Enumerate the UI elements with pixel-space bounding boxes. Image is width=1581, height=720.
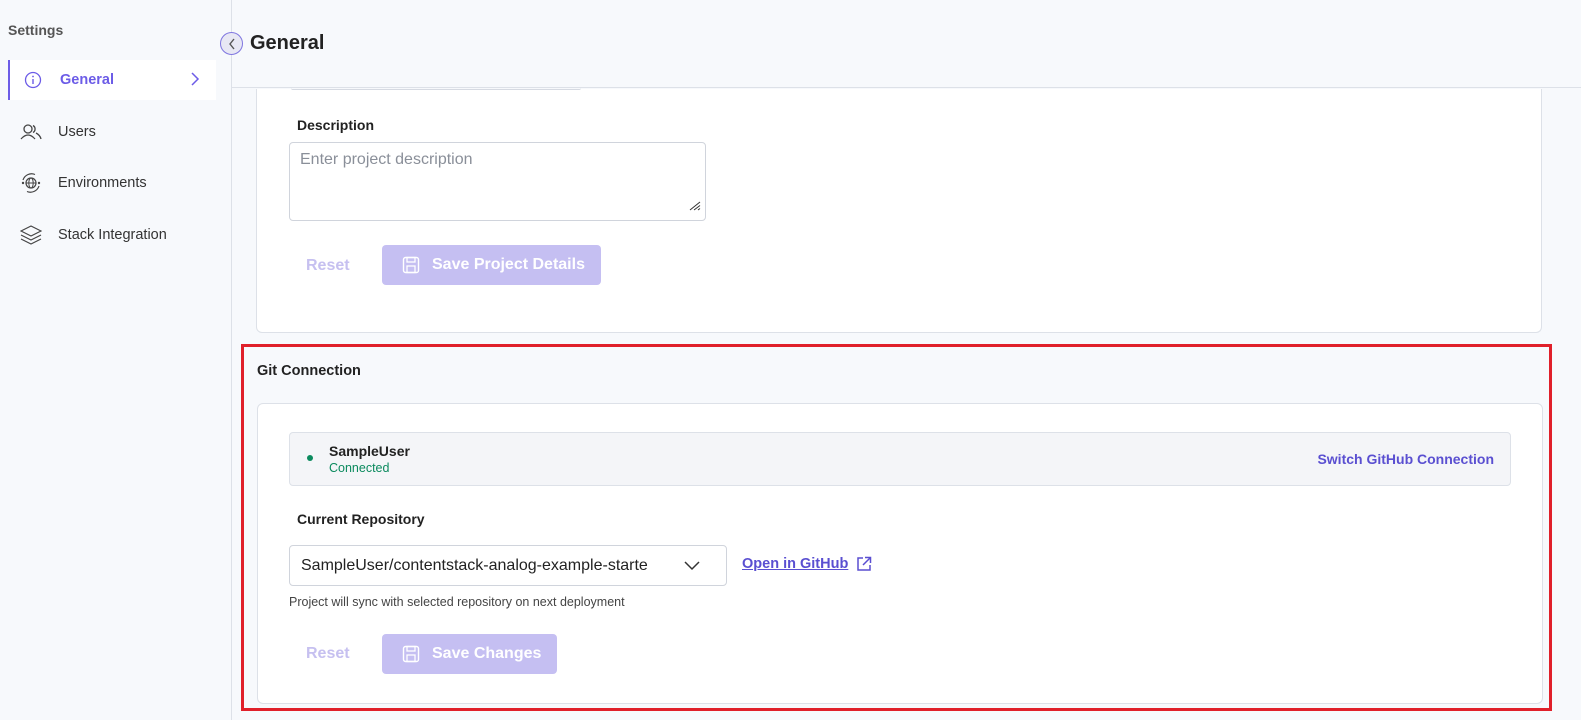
info-icon [22,69,44,91]
open-in-github-link[interactable]: Open in GitHub [742,556,872,572]
users-icon [20,121,42,143]
repository-select-value: SampleUser/contentstack-analog-example-s… [301,556,648,574]
project-details-card: Description Enter project description Re… [256,89,1542,333]
description-label: Description [297,117,375,133]
git-connection-card: SampleUser Connected Switch GitHub Conne… [257,403,1543,704]
git-connection-section: Git Connection SampleUser Connected Swit… [241,344,1552,711]
resize-handle-icon[interactable] [689,198,701,216]
git-connection-title: Git Connection [257,363,361,379]
layers-icon [20,224,42,246]
description-placeholder: Enter project description [300,151,473,168]
open-in-github-label: Open in GitHub [742,556,849,572]
github-user-name: SampleUser [329,443,410,459]
sidebar-item-environments[interactable]: Environments [8,163,216,203]
switch-github-connection-link[interactable]: Switch GitHub Connection [1317,451,1494,467]
project-reset-button[interactable]: Reset [306,257,350,275]
save-changes-button[interactable]: Save Changes [382,634,558,674]
save-icon [402,645,420,663]
current-repository-label: Current Repository [297,511,425,527]
save-icon [402,256,420,274]
page-header: General [232,0,1581,88]
sidebar-item-stack-integration[interactable]: Stack Integration [8,215,216,255]
sidebar-item-label: Users [58,124,96,140]
connected-status-dot [307,455,313,461]
save-project-details-label: Save Project Details [432,256,585,273]
project-name-input-edge [291,88,581,90]
external-link-icon [856,556,872,572]
chevron-right-icon [190,71,200,91]
sidebar-title: Settings [8,22,64,38]
chevron-left-icon [228,38,236,50]
git-reset-button[interactable]: Reset [306,645,350,663]
connection-status: Connected [329,461,390,475]
sidebar-item-label: Environments [58,175,147,191]
repository-sync-hint: Project will sync with selected reposito… [289,595,625,609]
save-changes-label: Save Changes [432,645,542,662]
chevron-down-icon [684,558,700,576]
sidebar-item-users[interactable]: Users [8,112,216,152]
save-project-details-button[interactable]: Save Project Details [382,245,601,285]
sidebar: Settings General Users Environments Stac… [0,0,232,720]
sidebar-item-general[interactable]: General [8,60,216,100]
sidebar-item-label: General [60,72,114,88]
environments-icon [20,172,42,194]
repository-select[interactable]: SampleUser/contentstack-analog-example-s… [289,545,727,586]
github-connection-box: SampleUser Connected Switch GitHub Conne… [289,432,1511,486]
sidebar-item-label: Stack Integration [58,227,167,243]
page-title: General [250,32,325,54]
description-textarea[interactable]: Enter project description [289,142,706,221]
collapse-sidebar-button[interactable] [220,32,243,55]
